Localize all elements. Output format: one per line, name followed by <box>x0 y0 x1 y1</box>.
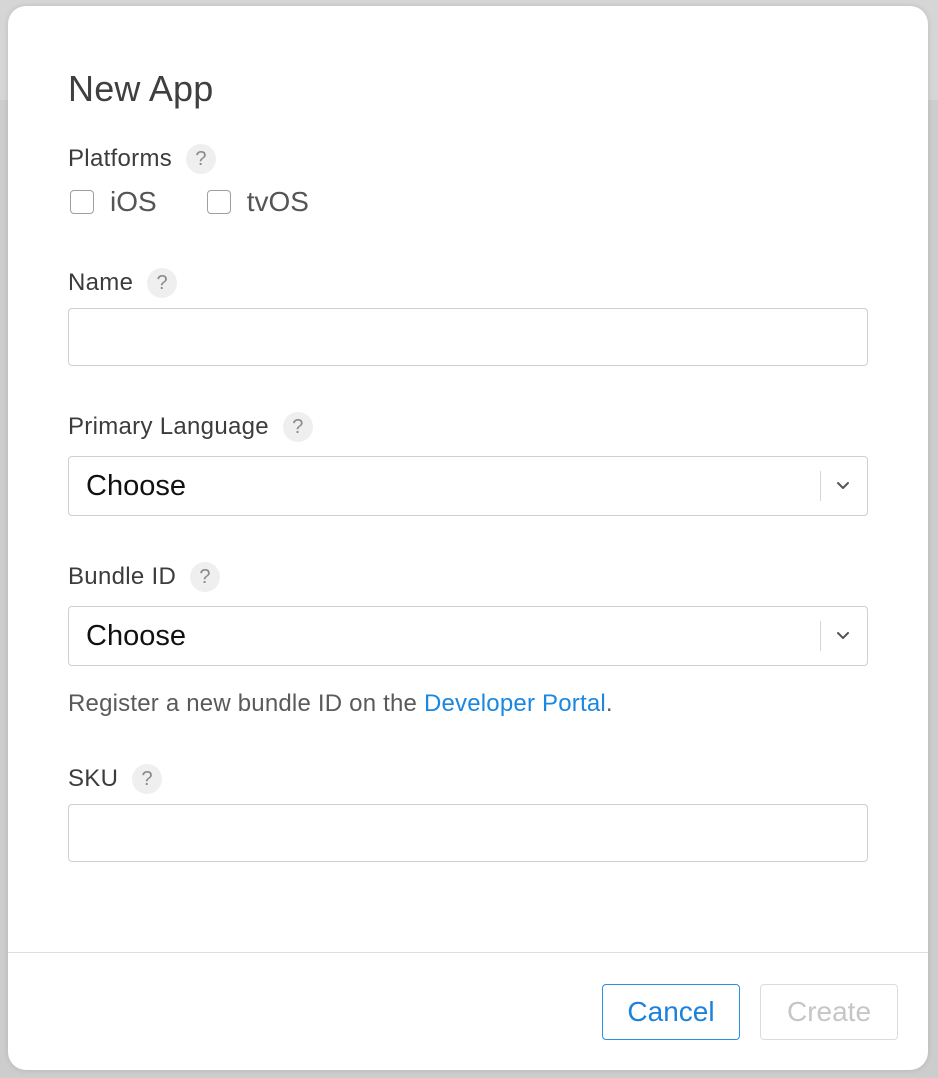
name-label: Name <box>68 269 134 296</box>
create-button[interactable]: Create <box>760 984 898 1040</box>
name-input[interactable] <box>68 308 868 366</box>
primary-language-label-row: Primary Language ? <box>68 412 313 442</box>
bundle-id-help-icon[interactable]: ? <box>190 562 221 592</box>
primary-language-help-icon[interactable]: ? <box>282 412 313 442</box>
name-help-icon[interactable]: ? <box>147 268 178 298</box>
bundle-id-label: Bundle ID <box>68 563 177 590</box>
sku-label-row: SKU ? <box>68 764 163 794</box>
sku-help-icon[interactable]: ? <box>132 764 163 794</box>
primary-language-label: Primary Language <box>68 413 269 440</box>
helper-text-prefix: Register a new bundle ID on the <box>68 690 424 717</box>
cancel-button[interactable]: Cancel <box>602 984 740 1040</box>
platforms-label-row: Platforms ? <box>68 144 217 174</box>
ios-checkbox-label[interactable]: iOS <box>110 186 157 218</box>
platforms-label: Platforms <box>68 145 173 172</box>
tvos-checkbox-label[interactable]: tvOS <box>247 186 309 218</box>
dialog-title: New App <box>68 68 214 109</box>
chevron-down-icon[interactable] <box>833 475 853 495</box>
sku-input[interactable] <box>68 804 868 862</box>
tvos-checkbox[interactable] <box>206 190 231 214</box>
sku-label: SKU <box>68 765 119 792</box>
chevron-down-icon[interactable] <box>833 625 853 645</box>
platforms-help-icon[interactable]: ? <box>186 144 217 174</box>
new-app-dialog: New App Platforms ? iOS tvOS Name ? Prim… <box>8 6 928 1070</box>
bundle-id-select[interactable]: Choose <box>68 606 868 666</box>
bundle-id-helper-text: Register a new bundle ID on the Develope… <box>68 690 613 718</box>
ios-checkbox[interactable] <box>70 190 94 214</box>
primary-language-select[interactable]: Choose <box>68 456 868 516</box>
bundle-id-label-row: Bundle ID ? <box>68 562 221 592</box>
bundle-id-selected-value: Choose <box>86 620 186 652</box>
developer-portal-link[interactable]: Developer Portal <box>424 690 606 717</box>
platform-option-tvos[interactable]: tvOS <box>206 186 309 218</box>
platform-option-ios[interactable]: iOS <box>70 186 157 218</box>
helper-text-suffix: . <box>605 690 613 717</box>
primary-language-selected-value: Choose <box>86 470 186 502</box>
footer-divider <box>8 952 928 953</box>
platforms-options: iOS tvOS <box>70 186 359 218</box>
select-divider <box>820 621 821 651</box>
select-divider <box>820 471 821 501</box>
name-label-row: Name ? <box>68 268 178 298</box>
